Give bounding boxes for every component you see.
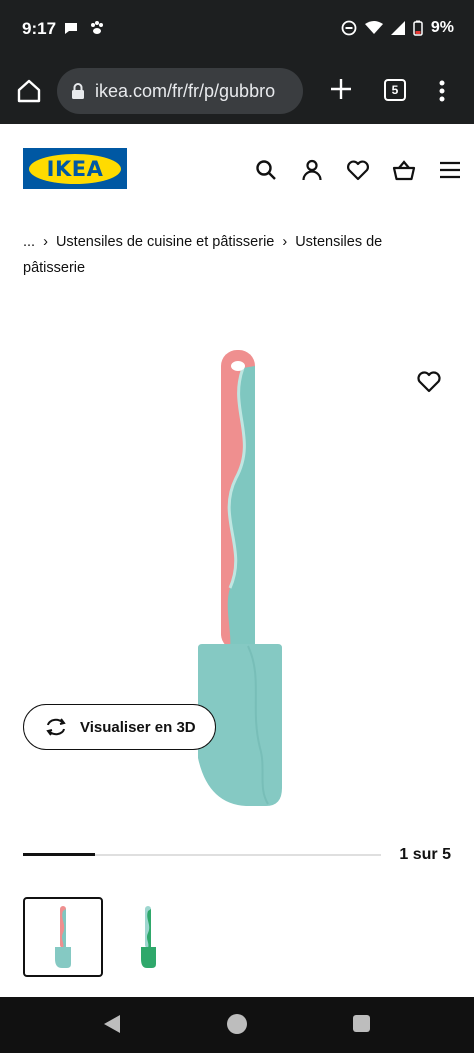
- hamburger-icon: [440, 161, 460, 179]
- url-text[interactable]: ikea.com/fr/fr/p/gubbro: [95, 81, 275, 102]
- basket-icon: [392, 160, 416, 181]
- account-button[interactable]: [289, 156, 335, 184]
- system-navigation-bar: [0, 997, 474, 1053]
- signal-icon: [390, 21, 405, 35]
- favourites-button[interactable]: [335, 156, 381, 184]
- chat-icon: [65, 23, 77, 34]
- browser-toolbar: ikea.com/fr/fr/p/gubbro 5: [0, 60, 474, 124]
- home-icon[interactable]: [14, 76, 44, 106]
- home-circle-icon[interactable]: [227, 1014, 247, 1034]
- recent-apps-icon[interactable]: [353, 1015, 370, 1032]
- rotate-3d-icon: [46, 718, 66, 736]
- notification-icons: [63, 20, 105, 36]
- logo-text: IKEA: [46, 156, 104, 181]
- view-in-3d-label: Visualiser en 3D: [80, 718, 196, 736]
- paw-icon: [91, 21, 103, 34]
- back-icon[interactable]: [103, 1014, 121, 1034]
- new-tab-icon[interactable]: [326, 74, 356, 104]
- view-in-3d-button[interactable]: Visualiser en 3D: [23, 704, 216, 750]
- chevron-right-icon: ›: [282, 234, 288, 250]
- status-time: 9:17: [22, 19, 57, 38]
- breadcrumb: ... › Ustensiles de cuisine et pâtisserie ›…: [23, 229, 423, 281]
- menu-button[interactable]: [427, 156, 473, 184]
- lock-icon[interactable]: [71, 82, 85, 100]
- system-icons: 9%: [341, 19, 454, 37]
- gallery-position: 1 sur 5: [399, 846, 451, 863]
- account-icon: [302, 159, 322, 181]
- heart-icon: [347, 160, 369, 181]
- more-menu-icon[interactable]: [432, 76, 452, 106]
- search-button[interactable]: [243, 156, 289, 184]
- tab-switcher-button[interactable]: 5: [384, 79, 406, 101]
- url-bar[interactable]: ikea.com/fr/fr/p/gubbro: [57, 68, 303, 114]
- wifi-icon: [364, 21, 383, 34]
- thumbnail-spatula-green: [141, 906, 156, 968]
- basket-button[interactable]: [381, 156, 427, 184]
- chevron-right-icon: ›: [43, 234, 48, 250]
- breadcrumb-ellipsis[interactable]: ...: [23, 234, 35, 250]
- dnd-icon: [341, 20, 357, 36]
- gallery-progress-fill: [23, 853, 95, 856]
- search-icon: [256, 160, 276, 180]
- add-to-favourites-icon[interactable]: [416, 369, 442, 393]
- ikea-logo[interactable]: IKEA: [23, 148, 127, 189]
- battery-low-icon: [413, 20, 423, 36]
- battery-percent: 9%: [430, 19, 454, 36]
- header-actions: [243, 156, 473, 184]
- gallery-progress-track: [23, 853, 381, 856]
- status-bar: 9:17 9%: [0, 0, 474, 60]
- breadcrumb-item-kitchen-utensils[interactable]: Ustensiles de cuisine et pâtisserie: [56, 234, 274, 250]
- thumbnail-1[interactable]: [23, 897, 103, 977]
- thumbnail-2[interactable]: [108, 897, 188, 977]
- logo-oval: IKEA: [29, 153, 121, 184]
- thumbnail-spatula-pink: [55, 906, 71, 968]
